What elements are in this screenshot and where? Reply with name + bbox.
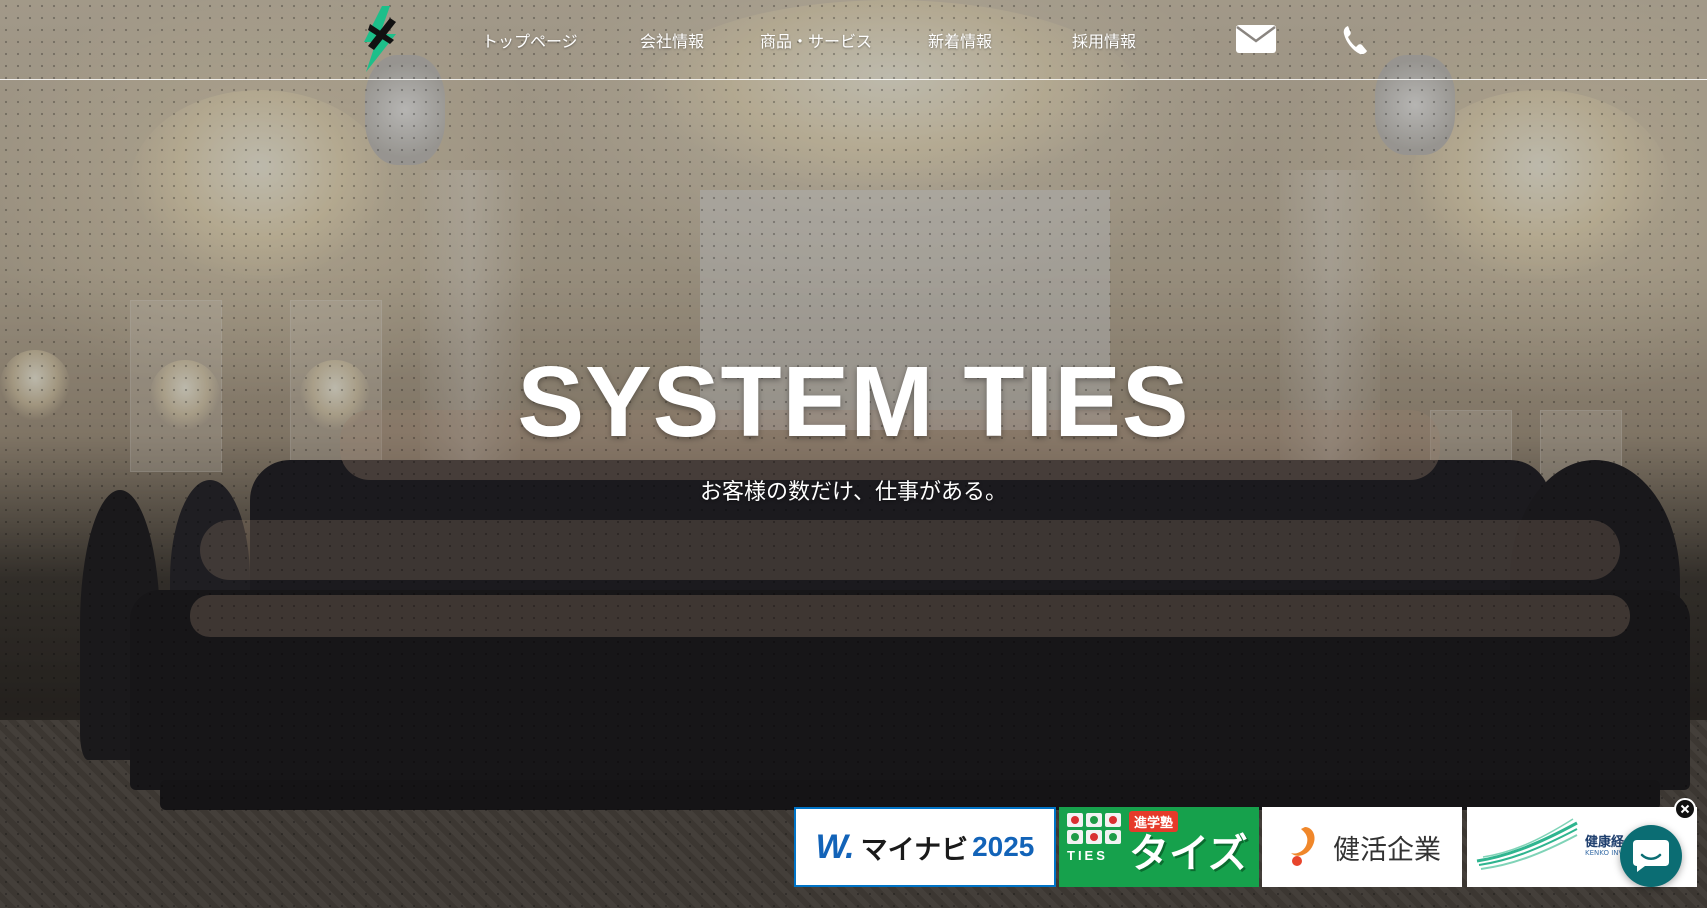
- chat-button[interactable]: [1620, 825, 1682, 887]
- kenkou-sublabel: KENKO INV: [1585, 849, 1624, 857]
- ties-badge: 進学塾: [1129, 811, 1179, 832]
- mynavi-label: マイナビ: [860, 834, 969, 866]
- nav-item-recruit[interactable]: 採用情報: [1072, 28, 1136, 52]
- ties-juku-banner[interactable]: TIES 進学塾 タイズ: [1059, 807, 1259, 887]
- ties-logo: TIES: [1067, 813, 1125, 881]
- kenkou-label: 健康経: [1585, 835, 1625, 850]
- ties-dot-grid-icon: [1067, 813, 1125, 844]
- mynavi-banner[interactable]: W. マイナビ 2025: [794, 807, 1056, 887]
- mynavi-logo-mark: W.: [815, 827, 855, 866]
- nav-item-products[interactable]: 商品・サービス: [760, 28, 872, 52]
- hero-tagline: お客様の数だけ、仕事がある。: [700, 480, 1007, 505]
- ties-name: タイズ: [1129, 831, 1248, 877]
- nav-item-company[interactable]: 会社情報: [640, 28, 704, 52]
- kenkatsu-label: 健活企業: [1333, 834, 1441, 866]
- kenkatsu-kigyou-banner[interactable]: 健活企業: [1262, 807, 1462, 887]
- site-header: トップページ 会社情報 商品・サービス 新着情報 採用情報: [0, 0, 1707, 80]
- mynavi-year: 2025: [972, 831, 1035, 862]
- system-ties-logo[interactable]: [360, 4, 406, 74]
- nav-item-top[interactable]: トップページ: [482, 28, 578, 52]
- kenkatsu-logo-icon: [1291, 827, 1315, 866]
- close-icon[interactable]: [1674, 798, 1696, 820]
- kenkou-wave-logo-icon: [1476, 818, 1578, 870]
- chat-bubble-icon: [1633, 840, 1669, 872]
- close-x-glyph: [1680, 804, 1690, 814]
- hero-title: SYSTEM TIES: [517, 346, 1190, 458]
- mail-icon[interactable]: [1235, 24, 1277, 54]
- ties-title-block: 進学塾 タイズ: [1129, 811, 1248, 876]
- phone-icon[interactable]: [1342, 24, 1368, 56]
- nav-item-news[interactable]: 新着情報: [928, 28, 992, 52]
- ties-brand-text: TIES: [1067, 848, 1108, 863]
